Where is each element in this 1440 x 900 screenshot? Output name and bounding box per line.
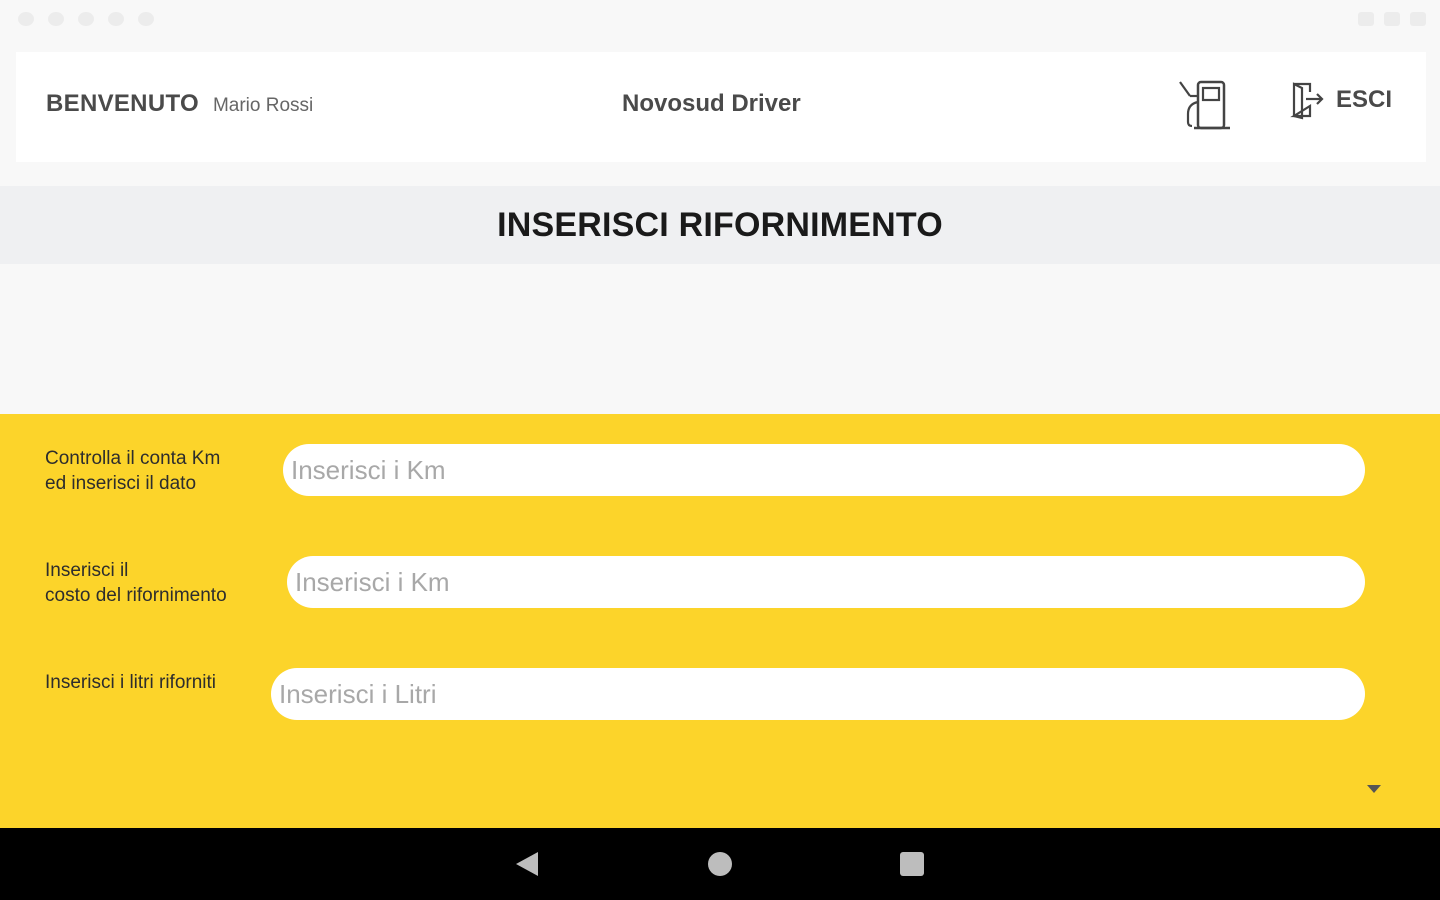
notification-icon: [18, 12, 34, 26]
fuel-button[interactable]: [1176, 78, 1238, 134]
back-triangle-icon[interactable]: [516, 852, 538, 876]
status-bar: [0, 0, 1440, 40]
status-icons-right: [1358, 12, 1426, 26]
cost-input[interactable]: [287, 556, 1365, 608]
recent-square-icon[interactable]: [900, 852, 924, 876]
notification-icon: [78, 12, 94, 26]
notification-icon: [108, 12, 124, 26]
app-header: BENVENUTO Mario Rossi Novosud Driver ESC…: [16, 52, 1426, 162]
km-label: Controlla il conta Km ed inserisci il da…: [45, 446, 220, 496]
fuel-pump-icon: [1179, 80, 1230, 130]
app-title: Novosud Driver: [622, 90, 801, 117]
door-exit-icon: [1290, 82, 1324, 120]
notification-icon: [48, 12, 64, 26]
welcome-label: BENVENUTO: [46, 90, 199, 117]
battery-icon: [1410, 12, 1426, 26]
home-circle-icon[interactable]: [708, 852, 732, 876]
notification-icon: [138, 12, 154, 26]
logout-label: ESCI: [1336, 86, 1393, 113]
cost-label: Inserisci il costo del rifornimento: [45, 558, 227, 608]
caret-down-icon[interactable]: [1367, 785, 1381, 793]
logout-button[interactable]: ESCI: [1288, 78, 1392, 122]
km-input[interactable]: [283, 444, 1365, 496]
liters-label: Inserisci i litri riforniti: [45, 672, 217, 693]
android-nav-bar: [0, 828, 1440, 900]
status-icons-left: [18, 12, 154, 26]
signal-icon: [1358, 12, 1374, 26]
cost-label-line2: costo del rifornimento: [45, 585, 227, 606]
user-name: Mario Rossi: [212, 95, 314, 116]
km-label-line2: ed inserisci il dato: [45, 473, 197, 494]
page-title: INSERISCI RIFORNIMENTO: [497, 205, 943, 244]
cost-label-line1: Inserisci il: [45, 560, 129, 581]
page-title-band: INSERISCI RIFORNIMENTO: [0, 186, 1440, 264]
liters-input[interactable]: [271, 668, 1365, 720]
km-label-line1: Controlla il conta Km: [45, 448, 221, 469]
wifi-icon: [1384, 12, 1400, 26]
welcome-block: BENVENUTO Mario Rossi: [46, 90, 313, 118]
